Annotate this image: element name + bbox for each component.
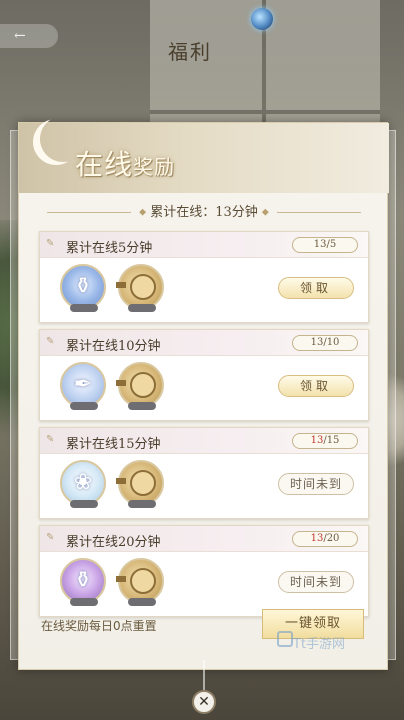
reward-count-badge [128, 500, 156, 508]
panel-title: 在线奖励 [75, 143, 175, 183]
task-progress: 13/20 [292, 531, 358, 547]
feather-pin-icon: ✎ [46, 336, 55, 347]
feather-pin-icon: ✎ [46, 532, 55, 543]
coin-disk-icon [130, 568, 156, 594]
reward-potion-icon[interactable]: ⚱ [60, 264, 106, 312]
task-name: 累计在线5分钟 [66, 241, 153, 256]
task-header: ✎ 累计在线5分钟 13/5 [40, 232, 368, 258]
task-header: ✎ 累计在线10分钟 13/10 [40, 330, 368, 356]
close-button[interactable]: ✕ [192, 690, 216, 714]
feather-pin-icon: ✎ [46, 434, 55, 445]
reward-coin-icon[interactable] [116, 264, 164, 312]
reward-coin-icon[interactable] [116, 558, 164, 606]
progress-current: 13 [313, 239, 327, 250]
back-button[interactable]: ← [0, 24, 58, 48]
coin-disk-icon [130, 274, 156, 300]
coin-tag-icon [116, 478, 126, 484]
crystal-orb-icon[interactable] [251, 8, 273, 30]
task-card: ✎ 累计在线5分钟 13/5 ⚱ 领取 [39, 231, 369, 323]
watermark-logo-icon [277, 631, 293, 647]
task-card: ✎ 累计在线15分钟 13/15 ❀ 时间未到 [39, 427, 369, 519]
online-total-row: ◆ 累计在线：13分钟 ◆ [19, 201, 389, 220]
panel-header: 在线奖励 [19, 123, 389, 193]
reward-coin-icon[interactable] [116, 362, 164, 410]
task-card: ✎ 累计在线20分钟 13/20 ⚱ 时间未到 [39, 525, 369, 617]
task-progress: 13/5 [292, 237, 358, 253]
time-not-reached-button[interactable]: 时间未到 [278, 473, 354, 495]
divider-right [276, 212, 361, 213]
online-reward-panel: 在线奖励 ◆ 累计在线：13分钟 ◆ ✎ 累计在线5分钟 13/5 ⚱ 领取 ✎… [10, 122, 396, 670]
time-not-reached-button[interactable]: 时间未到 [278, 571, 354, 593]
claim-button[interactable]: 领取 [278, 277, 354, 299]
reward-potion-icon[interactable]: ⚱ [60, 558, 106, 606]
reward-count-badge [128, 304, 156, 312]
task-header: ✎ 累计在线20分钟 13/20 [40, 526, 368, 552]
progress-target: 15 [326, 435, 340, 446]
reward-count-badge [70, 304, 98, 312]
coin-tag-icon [116, 576, 126, 582]
watermark-text: Tt手游网 [293, 637, 346, 652]
coin-tag-icon [116, 282, 126, 288]
reward-count-badge [128, 598, 156, 606]
task-card: ✎ 累计在线10分钟 13/10 ✒ 领取 [39, 329, 369, 421]
task-name: 累计在线10分钟 [66, 339, 161, 354]
progress-target: 5 [329, 239, 337, 250]
diamond-icon: ◆ [139, 207, 147, 218]
task-progress: 13/15 [292, 433, 358, 449]
task-name: 累计在线20分钟 [66, 535, 161, 550]
online-total-text: 累计在线：13分钟 [150, 205, 258, 220]
progress-current: 13 [310, 435, 324, 446]
progress-target: 10 [326, 337, 340, 348]
coin-disk-icon [130, 372, 156, 398]
reward-count-badge [70, 402, 98, 410]
reward-crystal-icon[interactable]: ❀ [60, 460, 106, 508]
panel-body: 在线奖励 ◆ 累计在线：13分钟 ◆ ✎ 累计在线5分钟 13/5 ⚱ 领取 ✎… [18, 122, 389, 670]
divider-left [47, 212, 132, 213]
task-name: 累计在线15分钟 [66, 437, 161, 452]
close-stem [203, 660, 205, 690]
diamond-icon: ◆ [261, 207, 269, 218]
panel-title-main: 在线 [75, 148, 134, 181]
progress-current: 13 [310, 337, 324, 348]
reset-note: 在线奖励每日0点重置 [41, 619, 157, 633]
progress-target: 20 [326, 533, 340, 544]
reward-feather-icon[interactable]: ✒ [60, 362, 106, 410]
task-header: ✎ 累计在线15分钟 13/15 [40, 428, 368, 454]
feather-icon: ✒ [73, 372, 93, 397]
claim-button[interactable]: 领取 [278, 375, 354, 397]
progress-current: 13 [310, 533, 324, 544]
crescent-moon-icon [33, 119, 79, 165]
reward-count-badge [70, 500, 98, 508]
feather-pin-icon: ✎ [46, 238, 55, 249]
reward-count-badge [128, 402, 156, 410]
coin-disk-icon [130, 470, 156, 496]
reward-count-badge [70, 598, 98, 606]
coin-tag-icon [116, 380, 126, 386]
potion-bottle-icon: ⚱ [73, 568, 93, 593]
crystal-flower-icon: ❀ [73, 470, 93, 495]
task-progress: 13/10 [292, 335, 358, 351]
reward-coin-icon[interactable] [116, 460, 164, 508]
page-title: 福利 [168, 40, 212, 64]
panel-title-small: 奖励 [133, 155, 176, 179]
potion-bottle-icon: ⚱ [73, 274, 93, 299]
